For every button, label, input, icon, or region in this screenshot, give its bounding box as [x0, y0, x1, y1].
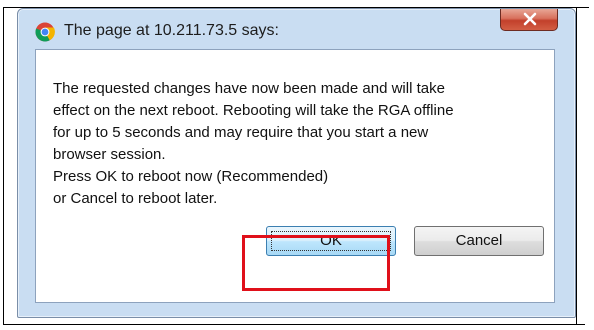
dialog-message: The requested changes have now been made… — [53, 78, 548, 210]
message-line: Press OK to reboot now (Recommended) — [53, 168, 329, 185]
cancel-button-label: Cancel — [455, 232, 503, 249]
message-line: browser session. — [53, 146, 166, 163]
ok-button[interactable]: OK — [266, 226, 396, 256]
message-line: effect on the next reboot. Rebooting wil… — [53, 102, 454, 119]
figure-border-right — [576, 7, 577, 325]
figure-border-tick — [577, 7, 589, 8]
alert-dialog: The page at 10.211.73.5 says: The reques… — [17, 8, 576, 318]
chrome-icon — [35, 22, 55, 42]
cancel-button[interactable]: Cancel — [414, 226, 544, 256]
message-line: or Cancel to reboot later. — [53, 190, 218, 207]
close-icon — [523, 12, 537, 26]
message-line: The requested changes have now been made… — [53, 80, 445, 97]
message-line: for up to 5 seconds and may require that… — [53, 124, 429, 141]
screenshot-page: The page at 10.211.73.5 says: The reques… — [0, 0, 594, 330]
dialog-body: The requested changes have now been made… — [35, 49, 555, 303]
dialog-title: The page at 10.211.73.5 says: — [64, 22, 279, 39]
close-button[interactable] — [500, 9, 558, 31]
ok-button-label: OK — [320, 232, 342, 249]
dialog-titlebar[interactable]: The page at 10.211.73.5 says: — [18, 9, 575, 49]
